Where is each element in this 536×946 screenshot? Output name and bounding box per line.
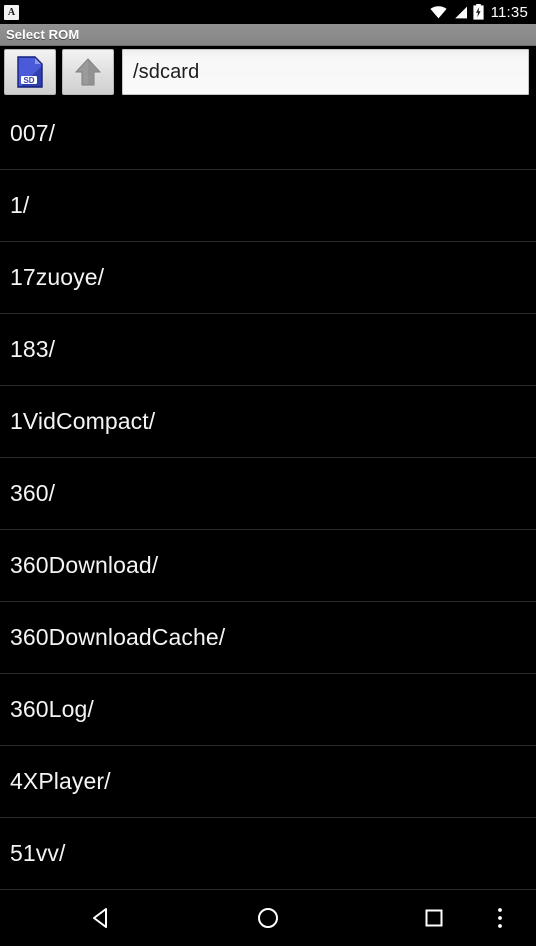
list-item-label: 1VidCompact/ xyxy=(10,408,156,434)
nav-back-button[interactable] xyxy=(78,890,126,946)
home-icon xyxy=(258,908,278,928)
phone-screen: A 11:35 Select ROM SD /sdcard 007/ 1/ 17… xyxy=(0,0,536,946)
status-bar: A 11:35 xyxy=(0,0,536,24)
overflow-menu-icon xyxy=(498,908,502,928)
list-item-label: 17zuoye/ xyxy=(10,264,105,290)
cell-signal-icon xyxy=(454,6,467,18)
list-item[interactable]: 4XPlayer/ xyxy=(0,746,536,818)
list-item[interactable]: 360Log/ xyxy=(0,674,536,746)
title-bar: Select ROM xyxy=(0,24,536,46)
list-item-label: 360DownloadCache/ xyxy=(10,624,226,650)
list-item[interactable]: 360/ xyxy=(0,458,536,530)
recents-icon xyxy=(425,909,443,927)
list-item-label: 360/ xyxy=(10,480,56,506)
status-bar-notifications: A xyxy=(4,4,19,20)
file-list[interactable]: 007/ 1/ 17zuoye/ 183/ 1VidCompact/ 360/ … xyxy=(0,98,536,890)
list-item-label: 007/ xyxy=(10,120,56,146)
list-item[interactable]: 183/ xyxy=(0,314,536,386)
status-bar-clock: 11:35 xyxy=(490,3,528,21)
back-icon xyxy=(93,908,107,928)
toolbar: SD /sdcard xyxy=(0,46,536,98)
path-input[interactable]: /sdcard xyxy=(122,49,529,95)
list-item[interactable]: 1/ xyxy=(0,170,536,242)
list-item[interactable]: 360DownloadCache/ xyxy=(0,602,536,674)
list-item[interactable]: 1VidCompact/ xyxy=(0,386,536,458)
list-item-label: 1/ xyxy=(10,192,30,218)
list-item-label: 360Log/ xyxy=(10,696,94,722)
list-item[interactable]: 17zuoye/ xyxy=(0,242,536,314)
list-item[interactable]: 007/ xyxy=(0,98,536,170)
battery-charging-icon xyxy=(472,4,484,20)
wifi-icon xyxy=(429,5,447,18)
path-input-value: /sdcard xyxy=(133,60,200,83)
list-item[interactable]: 51vv/ xyxy=(0,818,536,890)
list-item-label: 360Download/ xyxy=(10,552,159,578)
svg-text:SD: SD xyxy=(23,76,34,85)
app-notification-icon: A xyxy=(4,4,19,20)
page-title: Select ROM xyxy=(6,27,80,42)
nav-overflow-button[interactable] xyxy=(482,890,518,946)
sdcard-button[interactable]: SD xyxy=(4,49,56,95)
list-item[interactable]: 360Download/ xyxy=(0,530,536,602)
list-item-label: 4XPlayer/ xyxy=(10,768,111,794)
status-bar-system-icons: 11:35 xyxy=(429,3,528,21)
parent-directory-button[interactable] xyxy=(62,49,114,95)
nav-home-button[interactable] xyxy=(244,890,292,946)
list-item-label: 183/ xyxy=(10,336,56,362)
nav-recents-button[interactable] xyxy=(410,890,458,946)
navigation-bar xyxy=(0,890,536,946)
arrow-up-icon xyxy=(75,58,101,86)
list-item-label: 51vv/ xyxy=(10,840,66,866)
sdcard-icon: SD xyxy=(17,56,43,88)
